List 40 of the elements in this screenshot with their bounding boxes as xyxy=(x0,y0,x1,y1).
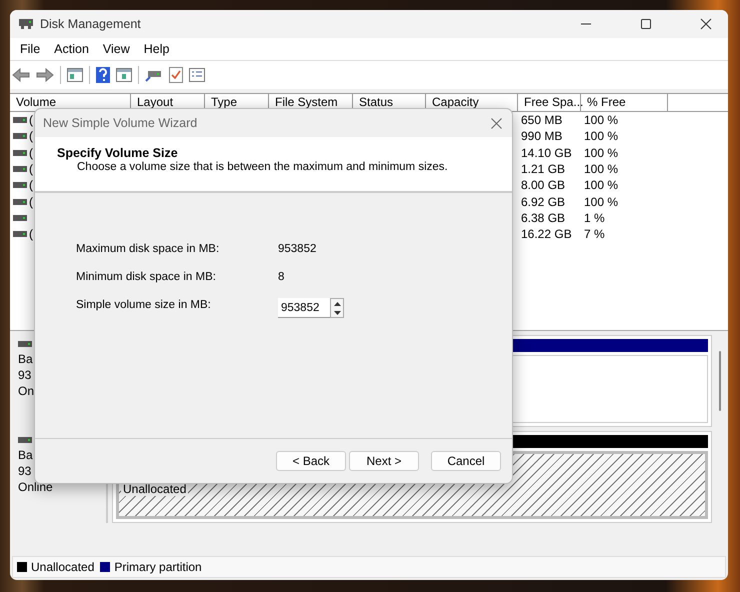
disk-info-text: Ba xyxy=(18,351,34,367)
table-cell: 100 % xyxy=(584,194,618,209)
disk-info-text: 93 xyxy=(18,463,32,479)
table-cell: 100 % xyxy=(584,129,618,144)
dialog-title: New Simple Volume Wizard xyxy=(43,116,198,130)
disk-info-text: On xyxy=(18,383,36,399)
legend-label: Unallocated xyxy=(31,560,94,574)
table-cell: 14.10 GB xyxy=(521,146,572,160)
table-cell: 6.92 GB xyxy=(521,194,566,209)
legend-label: Primary partition xyxy=(114,560,202,574)
table-cell: 100 % xyxy=(584,146,618,160)
step-heading: Specify Volume Size xyxy=(57,146,179,160)
window-title: Disk Management xyxy=(40,17,141,31)
table-cell: 990 MB xyxy=(521,129,562,144)
disk-info-text: Online xyxy=(18,479,54,495)
disk-info-text: 93 xyxy=(18,367,32,383)
table-cell: 100 % xyxy=(584,178,618,192)
table-cell: 1.21 GB xyxy=(521,162,566,176)
table-cell: ( xyxy=(29,178,33,192)
table-cell: 100 % xyxy=(584,162,618,176)
table-cell: ( xyxy=(29,129,33,144)
field-value: 953852 xyxy=(278,243,316,255)
table-cell: ( xyxy=(29,146,33,160)
step-description: Choose a volume size that is between the maximum and minimum sizes. xyxy=(76,161,449,173)
table-cell: ( xyxy=(29,227,33,242)
field-label: Minimum disk space in MB: xyxy=(76,271,217,283)
table-cell: ( xyxy=(29,162,33,176)
disk-info-text: Ba xyxy=(18,447,34,463)
table-cell: ( xyxy=(29,194,33,209)
field-value: 8 xyxy=(278,271,284,283)
table-cell: ( xyxy=(29,113,33,128)
field-label: Maximum disk space in MB: xyxy=(76,243,220,255)
table-cell: 16.22 GB xyxy=(521,227,572,242)
table-cell: 6.38 GB xyxy=(521,210,566,225)
field-label: Simple volume size in MB: xyxy=(76,299,212,311)
table-cell: 100 % xyxy=(584,113,618,128)
table-cell: 8.00 GB xyxy=(521,178,566,192)
table-cell: 1 % xyxy=(584,210,605,225)
table-cell: 7 % xyxy=(584,227,605,242)
table-cell: 650 MB xyxy=(521,113,562,128)
